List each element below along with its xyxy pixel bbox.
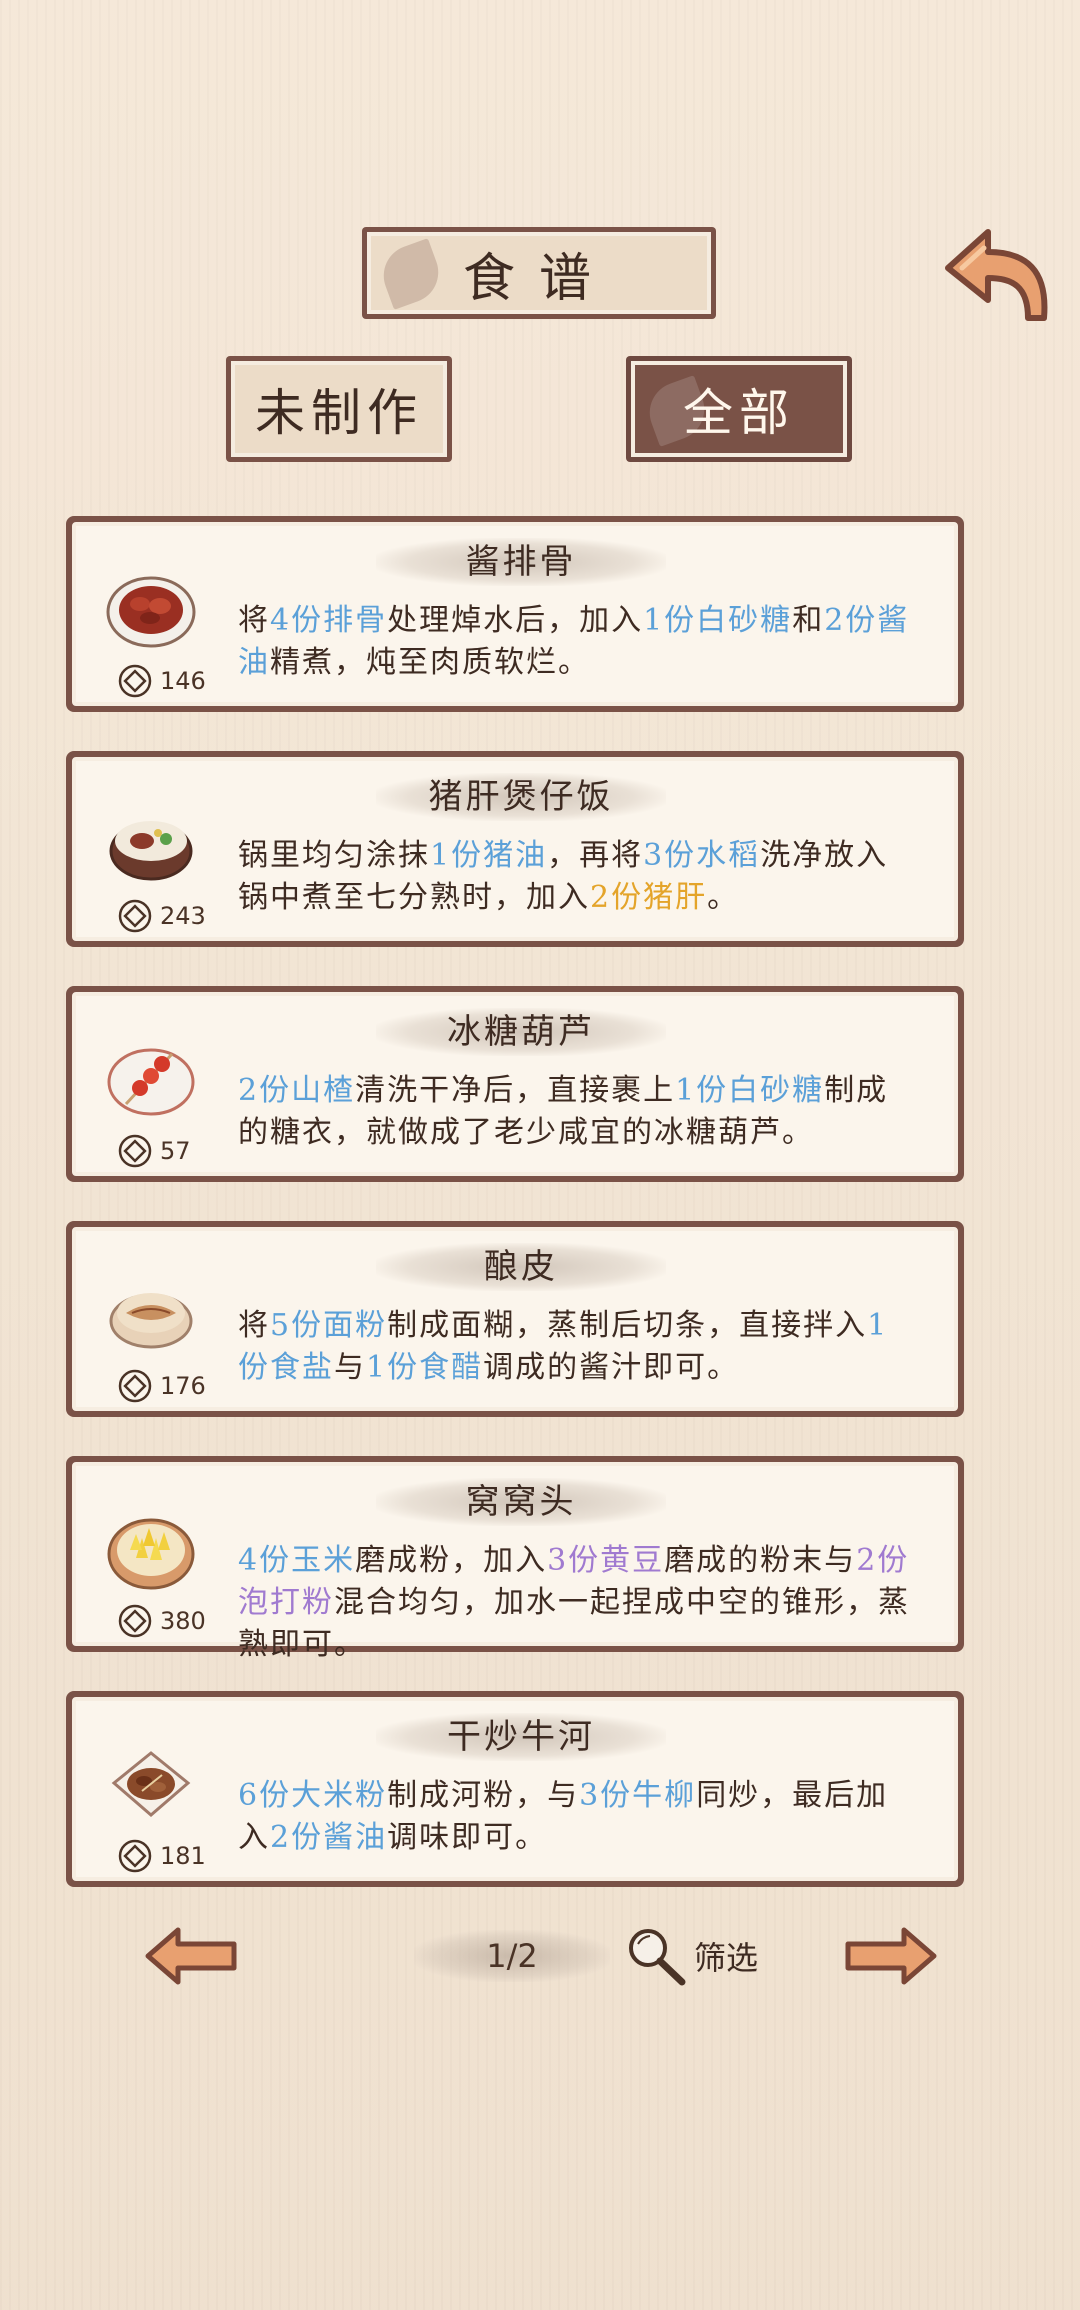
- description-text: 与: [334, 1350, 366, 1385]
- recipe-name: 酿皮: [484, 1247, 558, 1287]
- next-page-button[interactable]: [842, 1924, 938, 1988]
- recipe-description: 将4份排骨处理焯水后，加入1份白砂糖和2份酱油精煮，炖至肉质软烂。: [238, 600, 918, 684]
- description-text: 锅里均匀涂抹: [238, 838, 430, 873]
- recipe-description: 4份玉米磨成粉，加入3份黄豆磨成的粉末与2份泡打粉混合均匀，加水一起捏成中空的锥…: [238, 1540, 918, 1666]
- recipe-price: 243: [160, 902, 206, 930]
- coin-icon: [118, 899, 152, 933]
- ingredient-quantity: 2份酱油: [270, 1820, 388, 1855]
- title-plaque: 食谱: [362, 227, 716, 319]
- magnifier-icon: [629, 1929, 686, 1986]
- ingredient-quantity: 3份黄豆: [547, 1543, 665, 1578]
- recipe-card[interactable]: 冰糖葫芦 57 2份山楂清洗干净后，直接裹上1份白砂糖制成的糖衣，就做成了老少咸…: [66, 986, 964, 1182]
- coin-icon: [118, 664, 152, 698]
- recipe-price: 57: [160, 1137, 191, 1165]
- ingredient-quantity: 1份白砂糖: [643, 603, 793, 638]
- recipe-name: 酱排骨: [465, 542, 577, 582]
- page-indicator: 1/2: [414, 1930, 610, 1982]
- ingredient-quantity: 6份大米粉: [238, 1778, 388, 1813]
- coin-icon: [118, 1839, 152, 1873]
- coin-icon: [118, 1134, 152, 1168]
- braised-ribs-icon: [106, 576, 196, 648]
- ingredient-quantity: 1份白砂糖: [675, 1073, 825, 1108]
- recipe-name: 冰糖葫芦: [447, 1012, 595, 1052]
- ingredient-quantity: 1份猪油: [430, 838, 548, 873]
- recipe-description: 锅里均匀涂抹1份猪油，再将3份水稻洗净放入锅中煮至七分熟时，加入2份猪肝。: [238, 835, 918, 919]
- description-text: 混合均匀，加水一起捏成中空的锥形，蒸熟即可。: [238, 1585, 910, 1662]
- page-title: 食谱: [462, 248, 615, 309]
- recipe-card[interactable]: 猪肝煲仔饭 243 锅里均匀涂抹1份猪油，再将3份水稻洗净放入锅中煮至七分熟时，…: [66, 751, 964, 947]
- arrow-right-icon: [845, 1927, 937, 1985]
- recipe-price: 380: [160, 1607, 206, 1635]
- recipe-card[interactable]: 干炒牛河 181 6份大米粉制成河粉，与3份牛柳同炒，最后加入2份酱油调味即可。: [66, 1691, 964, 1887]
- recipe-name: 干炒牛河: [447, 1717, 595, 1757]
- tab-unmade[interactable]: 未制作: [226, 356, 452, 462]
- ingredient-quantity: 3份水稻: [643, 838, 761, 873]
- ingredient-quantity: 4份玉米: [238, 1543, 356, 1578]
- ingredient-quantity: 1份食醋: [366, 1350, 484, 1385]
- ingredient-quantity: 2份猪肝: [590, 880, 708, 915]
- description-text: 磨成粉，加入: [355, 1543, 548, 1578]
- coin-icon: [118, 1369, 152, 1403]
- candied-haws-icon: [107, 1048, 195, 1116]
- description-text: 处理焯水后，加入: [387, 603, 644, 638]
- description-text: 磨成的粉末与: [664, 1543, 857, 1578]
- description-text: 。: [707, 880, 740, 915]
- recipe-description: 将5份面粉制成面糊，蒸制后切条，直接拌入1份食盐与1份食醋调成的酱汁即可。: [238, 1305, 918, 1389]
- description-text: 将: [238, 603, 270, 638]
- description-text: 和: [792, 603, 825, 638]
- claypot-rice-icon: [109, 821, 193, 881]
- description-text: 将: [238, 1308, 270, 1343]
- ingredient-quantity: 4份排骨: [270, 603, 388, 638]
- filter-button[interactable]: 筛选: [624, 1924, 758, 1988]
- description-text: 制成河粉，与: [387, 1778, 580, 1813]
- back-button[interactable]: [940, 222, 1056, 328]
- description-text: 调成的酱汁即可。: [483, 1350, 740, 1385]
- coin-icon: [118, 1604, 152, 1638]
- tab-unmade-label: 未制作: [231, 361, 447, 457]
- description-text: 清洗干净后，直接裹上: [355, 1073, 676, 1108]
- recipe-name: 窝窝头: [465, 1482, 577, 1522]
- recipe-description: 6份大米粉制成河粉，与3份牛柳同炒，最后加入2份酱油调味即可。: [238, 1775, 918, 1859]
- description-text: ，再将: [547, 838, 644, 873]
- description-text: 精煮，炖至肉质软烂。: [270, 645, 590, 680]
- recipe-description: 2份山楂清洗干净后，直接裹上1份白砂糖制成的糖衣，就做成了老少咸宜的冰糖葫芦。: [238, 1070, 918, 1154]
- description-text: 调味即可。: [387, 1820, 548, 1855]
- recipe-card[interactable]: 酱排骨 146 将4份排骨处理焯水后，加入1份白砂糖和2份酱油精煮，炖至肉质软烂…: [66, 516, 964, 712]
- recipe-price: 146: [160, 667, 206, 695]
- recipe-book-screen: 食谱 未制作 全部 酱排骨 146 将4份排骨处理焯水后，加入1份白砂糖和2份酱…: [0, 0, 1080, 2310]
- ingredient-quantity: 3份牛柳: [579, 1778, 697, 1813]
- prev-page-button[interactable]: [144, 1924, 240, 1988]
- recipe-name: 猪肝煲仔饭: [428, 777, 614, 817]
- back-arrow-icon: [945, 229, 1048, 321]
- tab-all[interactable]: 全部: [626, 356, 852, 462]
- filter-label: 筛选: [694, 1939, 759, 1977]
- liangpi-icon: [109, 1293, 193, 1349]
- ingredient-quantity: 2份山楂: [238, 1073, 356, 1108]
- description-text: 制成面糊，蒸制后切条，直接拌入: [387, 1308, 868, 1343]
- ingredient-quantity: 5份面粉: [270, 1308, 388, 1343]
- wowotou-icon: [107, 1518, 195, 1590]
- recipe-price: 176: [160, 1372, 206, 1400]
- tab-all-label: 全部: [683, 384, 795, 442]
- recipe-card[interactable]: 窝窝头 380 4份玉米磨成粉，加入3份黄豆磨成的粉末与2份泡打粉混合均匀，加水…: [66, 1456, 964, 1662]
- arrow-left-icon: [145, 1927, 237, 1985]
- leaf-ornament-icon: [375, 238, 447, 310]
- recipe-card[interactable]: 酿皮 176 将5份面粉制成面糊，蒸制后切条，直接拌入1份食盐与1份食醋调成的酱…: [66, 1221, 964, 1417]
- beef-chow-fun-icon: [111, 1751, 191, 1817]
- recipe-price: 181: [160, 1842, 206, 1870]
